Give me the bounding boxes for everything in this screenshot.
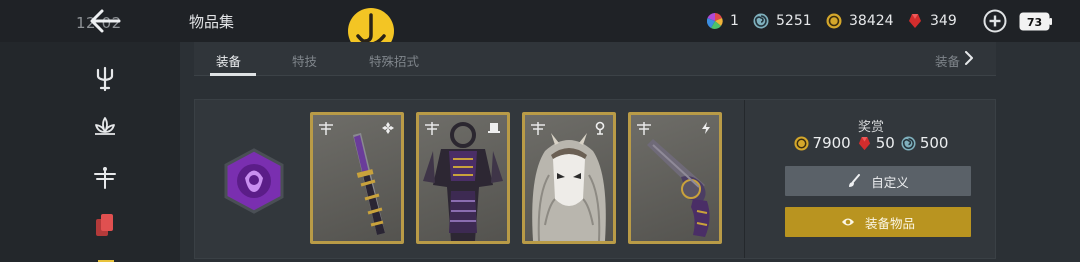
sidebar-cards-icon[interactable]: [92, 212, 118, 238]
top-hat-icon: [488, 123, 500, 133]
currency-gold-value: 38424: [849, 13, 894, 29]
equip-button-label: 装备物品: [864, 215, 915, 231]
currency-gold[interactable]: 38424: [826, 11, 894, 31]
sidebar-lotus-icon[interactable]: [92, 114, 118, 140]
red-gem-icon: [909, 14, 921, 28]
lightning-icon: [702, 122, 710, 134]
back-arrow-icon[interactable]: [88, 8, 122, 34]
currency-gem[interactable]: 349: [907, 11, 957, 31]
reward-gem: 50: [857, 134, 895, 152]
reward-gem-value: 50: [875, 134, 895, 152]
currency-swirl-value: 5251: [776, 13, 812, 29]
tab-stunts[interactable]: 特技: [292, 51, 317, 70]
blue-swirl-icon: [901, 135, 916, 151]
card-inner: [525, 115, 613, 241]
card-inner: [631, 115, 719, 241]
main-panel: 装备 特技 特殊招式 装备 奖赏 7900 50 500 自定义 装备物品: [180, 42, 1080, 262]
customize-button[interactable]: 自定义: [785, 166, 971, 196]
dragonfly-badge-icon: [637, 122, 651, 135]
item-card-armor[interactable]: [416, 112, 510, 244]
reward-gold-value: 7900: [812, 134, 851, 152]
top-bar: 12:02 物品集 1 5251 38424 349 73: [0, 0, 1080, 54]
tab-next-label[interactable]: 装备: [935, 51, 960, 70]
reward-swirl-value: 500: [919, 134, 949, 152]
multicolor-wheel-icon: [707, 13, 723, 29]
currency-wheel-value: 1: [730, 13, 739, 29]
sidebar-dragonfly-icon[interactable]: [92, 164, 118, 190]
content-divider: [744, 100, 745, 258]
gold-coin-icon: [826, 13, 842, 29]
currency-gem-value: 349: [930, 13, 957, 29]
currency-wheel[interactable]: 1: [707, 11, 739, 31]
dragonfly-badge-icon: [425, 122, 439, 135]
diamond-cross-icon: [382, 122, 394, 134]
page-title: 物品集: [189, 13, 235, 31]
battery-level: 73: [1027, 16, 1042, 29]
pin-icon: [595, 121, 605, 135]
item-card-revolver[interactable]: [628, 112, 722, 244]
blue-swirl-icon: [753, 13, 769, 29]
eye-icon: [841, 218, 854, 226]
add-currency-icon[interactable]: [983, 9, 1007, 33]
tab-equipment[interactable]: 装备: [216, 51, 241, 70]
card-inner: [313, 115, 401, 241]
purple-hex-emblem-icon: [224, 148, 284, 214]
item-card-katana[interactable]: [310, 112, 404, 244]
dragonfly-badge-icon: [531, 122, 545, 135]
reward-swirl: 500: [901, 134, 949, 152]
battery-icon: 73: [1019, 12, 1052, 31]
red-gem-icon: [858, 136, 870, 150]
sidebar: [0, 42, 180, 262]
reward-values: 7900 50 500: [746, 134, 996, 152]
sidebar-trident-icon[interactable]: [92, 66, 118, 92]
tab-special-moves[interactable]: 特殊招式: [369, 51, 419, 70]
chevron-right-icon[interactable]: [964, 51, 974, 65]
item-set-row: 奖赏 7900 50 500 自定义 装备物品: [194, 99, 996, 259]
customize-button-label: 自定义: [871, 174, 909, 190]
equip-button[interactable]: 装备物品: [785, 207, 971, 237]
paintbrush-icon: [849, 174, 861, 187]
item-card-mask[interactable]: [522, 112, 616, 244]
active-tab-indicator: [210, 73, 256, 76]
currency-swirl[interactable]: 5251: [753, 11, 812, 31]
gold-coin-icon: [794, 135, 809, 151]
card-inner: [419, 115, 507, 241]
tab-bar: 装备 特技 特殊招式 装备: [194, 42, 996, 76]
reward-title: 奖赏: [857, 120, 884, 135]
reward-gold: 7900: [794, 134, 851, 152]
dragonfly-badge-icon: [319, 122, 333, 135]
